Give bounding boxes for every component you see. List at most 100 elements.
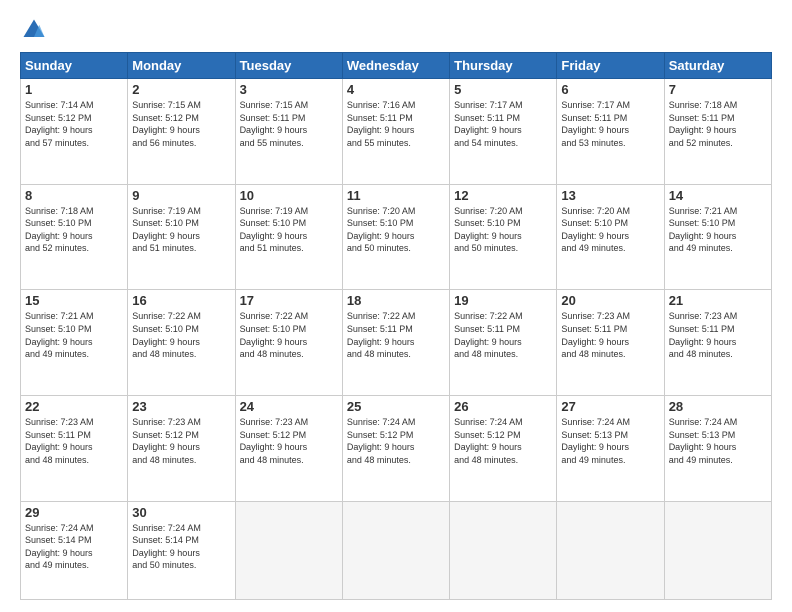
day-number: 3 <box>240 82 338 97</box>
day-info: Sunrise: 7:24 AM Sunset: 5:12 PM Dayligh… <box>454 416 552 466</box>
day-info: Sunrise: 7:15 AM Sunset: 5:11 PM Dayligh… <box>240 99 338 149</box>
calendar-cell <box>235 501 342 599</box>
day-number: 22 <box>25 399 123 414</box>
weekday-saturday: Saturday <box>664 53 771 79</box>
calendar-cell: 5 Sunrise: 7:17 AM Sunset: 5:11 PM Daylig… <box>450 79 557 185</box>
day-info: Sunrise: 7:19 AM Sunset: 5:10 PM Dayligh… <box>240 205 338 255</box>
calendar-table: SundayMondayTuesdayWednesdayThursdayFrid… <box>20 52 772 600</box>
day-info: Sunrise: 7:18 AM Sunset: 5:11 PM Dayligh… <box>669 99 767 149</box>
calendar-cell: 1 Sunrise: 7:14 AM Sunset: 5:12 PM Daylig… <box>21 79 128 185</box>
day-info: Sunrise: 7:18 AM Sunset: 5:10 PM Dayligh… <box>25 205 123 255</box>
day-number: 21 <box>669 293 767 308</box>
calendar-cell: 28 Sunrise: 7:24 AM Sunset: 5:13 PM Dayli… <box>664 396 771 502</box>
calendar-cell: 2 Sunrise: 7:15 AM Sunset: 5:12 PM Daylig… <box>128 79 235 185</box>
day-number: 19 <box>454 293 552 308</box>
day-number: 7 <box>669 82 767 97</box>
calendar-cell: 10 Sunrise: 7:19 AM Sunset: 5:10 PM Dayli… <box>235 184 342 290</box>
week-row-2: 8 Sunrise: 7:18 AM Sunset: 5:10 PM Daylig… <box>21 184 772 290</box>
day-number: 2 <box>132 82 230 97</box>
day-info: Sunrise: 7:24 AM Sunset: 5:14 PM Dayligh… <box>25 522 123 572</box>
calendar-cell: 20 Sunrise: 7:23 AM Sunset: 5:11 PM Dayli… <box>557 290 664 396</box>
calendar-cell: 25Sunrise: 7:24 AM Sunset: 5:12 PM Dayli… <box>342 396 449 502</box>
header <box>20 16 772 44</box>
logo <box>20 16 52 44</box>
calendar-cell: 24 Sunrise: 7:23 AM Sunset: 5:12 PM Dayli… <box>235 396 342 502</box>
calendar-cell: 11Sunrise: 7:20 AM Sunset: 5:10 PM Dayli… <box>342 184 449 290</box>
day-number: 16 <box>132 293 230 308</box>
page: SundayMondayTuesdayWednesdayThursdayFrid… <box>0 0 792 612</box>
calendar-cell: 23 Sunrise: 7:23 AM Sunset: 5:12 PM Dayli… <box>128 396 235 502</box>
day-info: Sunrise: 7:22 AM Sunset: 5:11 PM Dayligh… <box>454 310 552 360</box>
calendar-cell: 14Sunrise: 7:21 AM Sunset: 5:10 PM Dayli… <box>664 184 771 290</box>
day-info: Sunrise: 7:24 AM Sunset: 5:13 PM Dayligh… <box>561 416 659 466</box>
calendar-cell: 8 Sunrise: 7:18 AM Sunset: 5:10 PM Daylig… <box>21 184 128 290</box>
calendar-cell: 13 Sunrise: 7:20 AM Sunset: 5:10 PM Dayli… <box>557 184 664 290</box>
calendar-cell: 26 Sunrise: 7:24 AM Sunset: 5:12 PM Dayli… <box>450 396 557 502</box>
day-number: 24 <box>240 399 338 414</box>
week-row-3: 15Sunrise: 7:21 AM Sunset: 5:10 PM Dayli… <box>21 290 772 396</box>
day-number: 14 <box>669 188 767 203</box>
day-info: Sunrise: 7:17 AM Sunset: 5:11 PM Dayligh… <box>454 99 552 149</box>
day-info: Sunrise: 7:20 AM Sunset: 5:10 PM Dayligh… <box>454 205 552 255</box>
day-number: 8 <box>25 188 123 203</box>
logo-icon <box>20 16 48 44</box>
calendar-cell: 29 Sunrise: 7:24 AM Sunset: 5:14 PM Dayli… <box>21 501 128 599</box>
calendar-cell: 16Sunrise: 7:22 AM Sunset: 5:10 PM Dayli… <box>128 290 235 396</box>
day-info: Sunrise: 7:24 AM Sunset: 5:14 PM Dayligh… <box>132 522 230 572</box>
weekday-tuesday: Tuesday <box>235 53 342 79</box>
week-row-5: 29 Sunrise: 7:24 AM Sunset: 5:14 PM Dayli… <box>21 501 772 599</box>
calendar-cell: 27 Sunrise: 7:24 AM Sunset: 5:13 PM Dayli… <box>557 396 664 502</box>
day-info: Sunrise: 7:24 AM Sunset: 5:13 PM Dayligh… <box>669 416 767 466</box>
day-number: 17 <box>240 293 338 308</box>
day-number: 23 <box>132 399 230 414</box>
calendar-cell <box>450 501 557 599</box>
day-number: 1 <box>25 82 123 97</box>
day-number: 26 <box>454 399 552 414</box>
day-info: Sunrise: 7:19 AM Sunset: 5:10 PM Dayligh… <box>132 205 230 255</box>
day-info: Sunrise: 7:23 AM Sunset: 5:12 PM Dayligh… <box>132 416 230 466</box>
day-info: Sunrise: 7:14 AM Sunset: 5:12 PM Dayligh… <box>25 99 123 149</box>
calendar-cell: 21 Sunrise: 7:23 AM Sunset: 5:11 PM Dayli… <box>664 290 771 396</box>
weekday-wednesday: Wednesday <box>342 53 449 79</box>
calendar-cell: 17 Sunrise: 7:22 AM Sunset: 5:10 PM Dayli… <box>235 290 342 396</box>
day-number: 9 <box>132 188 230 203</box>
day-info: Sunrise: 7:22 AM Sunset: 5:10 PM Dayligh… <box>240 310 338 360</box>
day-number: 29 <box>25 505 123 520</box>
calendar-cell <box>342 501 449 599</box>
day-info: Sunrise: 7:16 AM Sunset: 5:11 PM Dayligh… <box>347 99 445 149</box>
calendar-cell: 15Sunrise: 7:21 AM Sunset: 5:10 PM Dayli… <box>21 290 128 396</box>
calendar-cell: 3 Sunrise: 7:15 AM Sunset: 5:11 PM Daylig… <box>235 79 342 185</box>
day-info: Sunrise: 7:17 AM Sunset: 5:11 PM Dayligh… <box>561 99 659 149</box>
day-info: Sunrise: 7:23 AM Sunset: 5:11 PM Dayligh… <box>561 310 659 360</box>
calendar-cell: 9 Sunrise: 7:19 AM Sunset: 5:10 PM Daylig… <box>128 184 235 290</box>
weekday-sunday: Sunday <box>21 53 128 79</box>
day-number: 10 <box>240 188 338 203</box>
day-info: Sunrise: 7:20 AM Sunset: 5:10 PM Dayligh… <box>561 205 659 255</box>
day-number: 5 <box>454 82 552 97</box>
calendar-cell: 19 Sunrise: 7:22 AM Sunset: 5:11 PM Dayli… <box>450 290 557 396</box>
day-number: 20 <box>561 293 659 308</box>
day-number: 15 <box>25 293 123 308</box>
day-number: 28 <box>669 399 767 414</box>
day-number: 18 <box>347 293 445 308</box>
week-row-1: 1 Sunrise: 7:14 AM Sunset: 5:12 PM Daylig… <box>21 79 772 185</box>
calendar-cell: 22 Sunrise: 7:23 AM Sunset: 5:11 PM Dayli… <box>21 396 128 502</box>
week-row-4: 22 Sunrise: 7:23 AM Sunset: 5:11 PM Dayli… <box>21 396 772 502</box>
day-number: 11 <box>347 188 445 203</box>
weekday-header-row: SundayMondayTuesdayWednesdayThursdayFrid… <box>21 53 772 79</box>
calendar-cell: 6Sunrise: 7:17 AM Sunset: 5:11 PM Daylig… <box>557 79 664 185</box>
day-number: 13 <box>561 188 659 203</box>
day-info: Sunrise: 7:15 AM Sunset: 5:12 PM Dayligh… <box>132 99 230 149</box>
day-info: Sunrise: 7:22 AM Sunset: 5:11 PM Dayligh… <box>347 310 445 360</box>
day-number: 12 <box>454 188 552 203</box>
day-info: Sunrise: 7:23 AM Sunset: 5:11 PM Dayligh… <box>669 310 767 360</box>
day-number: 25 <box>347 399 445 414</box>
weekday-thursday: Thursday <box>450 53 557 79</box>
day-info: Sunrise: 7:23 AM Sunset: 5:11 PM Dayligh… <box>25 416 123 466</box>
day-number: 4 <box>347 82 445 97</box>
day-info: Sunrise: 7:23 AM Sunset: 5:12 PM Dayligh… <box>240 416 338 466</box>
weekday-monday: Monday <box>128 53 235 79</box>
calendar-cell: 4 Sunrise: 7:16 AM Sunset: 5:11 PM Daylig… <box>342 79 449 185</box>
day-number: 27 <box>561 399 659 414</box>
calendar-cell: 12 Sunrise: 7:20 AM Sunset: 5:10 PM Dayli… <box>450 184 557 290</box>
